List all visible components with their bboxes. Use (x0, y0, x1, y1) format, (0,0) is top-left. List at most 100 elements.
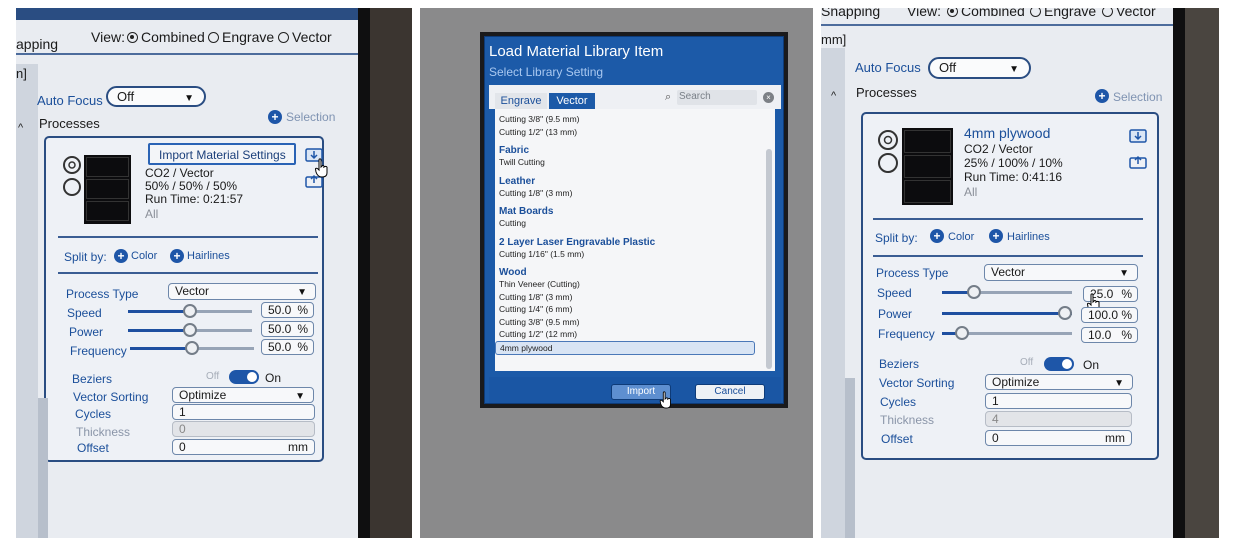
left-split-color-label[interactable]: Color (131, 250, 157, 262)
group-header: Wood (499, 267, 527, 278)
search-input[interactable]: Search (677, 90, 757, 105)
left-beziers-label: Beziers (72, 372, 113, 386)
tab-vector[interactable]: Vector (549, 93, 595, 109)
right-auto-focus-select[interactable]: Off ▼ (928, 57, 1031, 79)
list-item-selected[interactable]: 4mm plywood (495, 340, 755, 355)
left-view-vector[interactable]: Vector (278, 29, 332, 45)
right-process-type-select[interactable]: Vector ▼ (984, 264, 1138, 281)
left-split-hairlines-label[interactable]: Hairlines (187, 250, 230, 262)
right-power-slider-handle[interactable] (1058, 306, 1072, 320)
left-power-slider[interactable] (128, 323, 252, 337)
list-item[interactable]: Twill Cutting (495, 156, 775, 169)
left-scrollbar[interactable] (38, 398, 48, 538)
right-export-settings-icon[interactable] (1129, 153, 1147, 169)
right-view-engrave[interactable]: Engrave (1030, 8, 1096, 19)
left-speed-slider-handle[interactable] (183, 304, 197, 318)
left-add-selection-icon[interactable]: + (268, 110, 282, 124)
right-vector-sorting-select[interactable]: Optimize ▼ (985, 374, 1133, 390)
dropdown-arrow-icon: ▼ (1009, 64, 1019, 75)
photo-middle: Load Material Library Item Select Librar… (420, 8, 813, 538)
dialog-subtitle: Select Library Setting (489, 65, 604, 79)
cancel-button[interactable]: Cancel (695, 384, 765, 400)
right-add-selection-icon[interactable]: + (1095, 89, 1109, 103)
right-split-color-icon[interactable]: + (930, 229, 944, 243)
left-process-type-select[interactable]: Vector ▼ (168, 283, 316, 300)
group-header: Leather (499, 175, 536, 187)
left-beziers-toggle[interactable] (229, 370, 259, 384)
right-background (1185, 8, 1219, 538)
right-frequency-slider[interactable] (942, 326, 1072, 340)
right-frequency-input[interactable]: 10.0% (1081, 327, 1138, 343)
right-speed-slider-handle[interactable] (967, 285, 981, 299)
left-frequency-input[interactable]: 50.0% (261, 339, 314, 355)
right-process-name[interactable]: 4mm plywood (964, 125, 1050, 141)
left-speed-slider[interactable] (128, 304, 252, 318)
right-import-settings-icon[interactable] (1129, 127, 1147, 143)
list-item[interactable]: Cutting 3/8" (9.5 mm) (495, 113, 775, 126)
load-material-dialog: Load Material Library Item Select Librar… (484, 36, 784, 409)
left-selection-label[interactable]: Selection (286, 110, 335, 124)
left-process-thumbnail (84, 155, 131, 224)
right-offset-input[interactable]: 0 mm (985, 430, 1132, 446)
right-cycles-label: Cycles (880, 395, 917, 409)
left-frequency-slider-handle[interactable] (185, 341, 199, 355)
left-speed-input[interactable]: 50.0% (261, 302, 314, 318)
left-frequency-slider[interactable] (130, 341, 254, 355)
left-offset-label: Offset (77, 441, 109, 455)
left-split-hairlines-icon[interactable]: + (170, 249, 184, 263)
right-speed-slider[interactable] (942, 285, 1072, 299)
left-split-color-icon[interactable]: + (114, 249, 128, 263)
left-view-engrave[interactable]: Engrave (208, 29, 274, 45)
search-clear-icon[interactable]: × (763, 92, 774, 103)
photo-left: apping View: Combined Engrave Vector n] … (16, 8, 412, 538)
right-cycles-input[interactable]: 1 (985, 393, 1132, 409)
right-split-color-label[interactable]: Color (948, 231, 974, 243)
list-item[interactable]: Cutting 1/4" (6 mm) (495, 303, 775, 316)
list-scrollbar[interactable] (766, 149, 772, 369)
left-offset-input[interactable]: 0 mm (172, 439, 315, 455)
left-frequency-label: Frequency (70, 344, 127, 358)
left-card-divider-1 (58, 236, 318, 238)
right-split-hairlines-label[interactable]: Hairlines (1007, 231, 1050, 243)
right-power-input[interactable]: 100.0% (1081, 307, 1138, 323)
list-item[interactable]: Cutting 1/2" (12 mm) (495, 328, 775, 341)
left-side-label: n] (16, 66, 27, 81)
library-list: Cutting 3/8" (9.5 mm) Cutting 1/2" (13 m… (495, 109, 775, 371)
left-view-combined[interactable]: Combined (127, 29, 205, 45)
right-view-vector[interactable]: Vector (1102, 8, 1156, 19)
left-thickness-input: 0 (172, 421, 315, 437)
list-item[interactable]: Cutting 3/8" (9.5 mm) (495, 316, 775, 329)
left-power-slider-handle[interactable] (183, 323, 197, 337)
radio-vector-icon (1102, 8, 1113, 17)
left-power-input[interactable]: 50.0% (261, 321, 314, 337)
left-process-type-line: CO2 / Vector (145, 166, 214, 180)
left-process-gear-icon (63, 156, 81, 196)
left-process-runtime-line: Run Time: 0:21:57 (145, 192, 244, 206)
right-view-label: View: (907, 8, 941, 19)
right-collapse-caret[interactable]: ^ (831, 90, 836, 102)
list-item[interactable]: Cutting 1/16" (1.5 mm) (495, 248, 775, 261)
list-item[interactable]: Cutting 1/8" (3 mm) (495, 187, 775, 200)
right-beziers-toggle[interactable] (1044, 357, 1074, 371)
right-split-hairlines-icon[interactable]: + (989, 229, 1003, 243)
left-cycles-input[interactable]: 1 (172, 404, 315, 420)
dropdown-arrow-icon: ▼ (184, 93, 194, 104)
group-header: 2 Layer Laser Engravable Plastic (499, 236, 656, 248)
left-vector-sorting-select[interactable]: Optimize ▼ (172, 387, 314, 403)
list-item[interactable]: Cutting 1/2" (13 mm) (495, 126, 775, 139)
list-item[interactable]: Cutting (495, 217, 775, 230)
right-scrollbar[interactable] (845, 378, 855, 538)
right-process-runtime-line: Run Time: 0:41:16 (964, 170, 1063, 184)
list-item[interactable]: Cutting 1/8" (3 mm) (495, 291, 775, 304)
right-beziers-off-label: Off (1020, 357, 1034, 368)
right-selection-label[interactable]: Selection (1113, 90, 1162, 104)
dialog-title: Load Material Library Item (489, 43, 664, 60)
left-card-divider-2 (58, 272, 318, 274)
right-view-combined[interactable]: Combined (947, 8, 1025, 19)
tab-engrave[interactable]: Engrave (495, 93, 547, 109)
right-power-slider[interactable] (942, 306, 1072, 320)
left-collapse-caret[interactable]: ^ (18, 122, 23, 134)
left-auto-focus-select[interactable]: Off ▼ (106, 86, 206, 107)
right-frequency-slider-handle[interactable] (955, 326, 969, 340)
list-item[interactable]: Thin Veneer (Cutting) (495, 278, 775, 291)
